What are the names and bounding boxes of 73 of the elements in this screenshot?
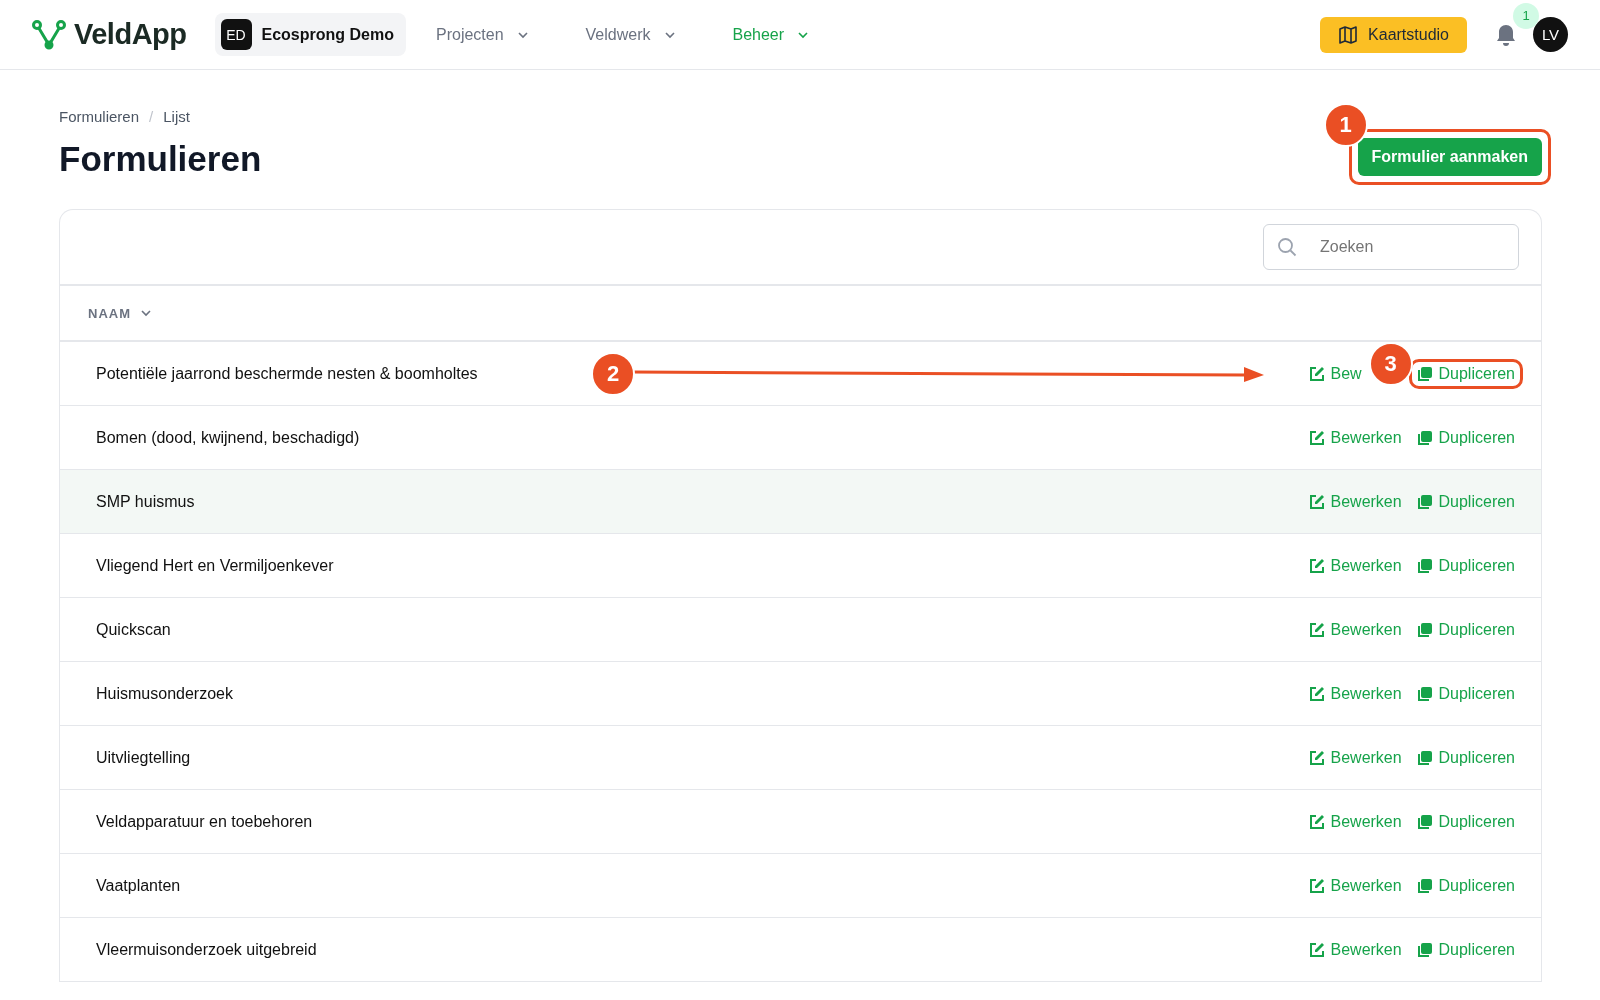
- step-marker: 2: [591, 352, 635, 396]
- form-name: Quickscan: [96, 620, 171, 639]
- edit-button[interactable]: Bewerken: [1304, 426, 1406, 449]
- brand-name: VeldApp: [74, 18, 187, 51]
- form-name: Potentiële jaarrond beschermde nesten & boomholtes: [96, 364, 478, 383]
- user-avatar[interactable]: LV: [1533, 17, 1568, 52]
- edit-icon: [1308, 877, 1325, 894]
- duplicate-button[interactable]: Dupliceren: [1412, 426, 1519, 449]
- edit-icon: [1308, 813, 1325, 830]
- form-name: Vleermuisonderzoek uitgebreid: [96, 940, 317, 959]
- duplicate-button[interactable]: Dupliceren: [1412, 938, 1519, 961]
- edit-button[interactable]: Bewerken: [1304, 618, 1406, 641]
- edit-icon: [1308, 365, 1325, 382]
- edit-button[interactable]: Bew: [1304, 362, 1366, 385]
- edit-button[interactable]: Bewerken: [1304, 490, 1406, 513]
- edit-button[interactable]: Bewerken: [1304, 554, 1406, 577]
- search-field[interactable]: Zoeken: [1263, 224, 1519, 270]
- copy-icon: [1416, 813, 1433, 830]
- copy-icon: [1416, 365, 1433, 382]
- copy-icon: [1416, 493, 1433, 510]
- edit-icon: [1308, 749, 1325, 766]
- edit-button[interactable]: Bewerken: [1304, 938, 1406, 961]
- logo-icon: [32, 19, 66, 50]
- form-name: Uitvliegtelling: [96, 748, 191, 767]
- map-icon: [1338, 24, 1359, 45]
- copy-icon: [1416, 429, 1433, 446]
- edit-icon: [1308, 557, 1325, 574]
- copy-icon: [1416, 941, 1433, 958]
- step-marker: 1: [1323, 103, 1368, 147]
- edit-button[interactable]: Bewerken: [1304, 746, 1406, 769]
- duplicate-button[interactable]: Dupliceren: [1412, 490, 1519, 513]
- edit-button[interactable]: Bewerken: [1304, 682, 1406, 705]
- copy-icon: [1416, 877, 1433, 894]
- breadcrumb-current: Lijst: [163, 108, 190, 125]
- copy-icon: [1416, 685, 1433, 702]
- duplicate-button[interactable]: Dupliceren: [1412, 362, 1519, 385]
- duplicate-button[interactable]: Dupliceren: [1412, 874, 1519, 897]
- duplicate-button[interactable]: Dupliceren: [1412, 618, 1519, 641]
- form-name: SMP huismus: [96, 492, 195, 511]
- form-name: Bomen (dood, kwijnend, beschadigd): [96, 428, 360, 447]
- duplicate-button[interactable]: Dupliceren: [1412, 810, 1519, 833]
- bell-icon[interactable]: [1495, 22, 1517, 47]
- name-column-header[interactable]: NAAM: [82, 304, 159, 322]
- form-name: Veldapparatuur en toebehoren: [96, 812, 313, 831]
- page-title: Formulieren: [59, 139, 262, 179]
- notification-count: 1: [1513, 2, 1539, 29]
- nav-menu[interactable]: Beheer: [716, 17, 827, 52]
- step-marker: 3: [1368, 341, 1413, 386]
- edit-icon: [1308, 685, 1325, 702]
- breadcrumb-separator: /: [149, 108, 154, 125]
- form-name: Vliegend Hert en Vermiljoenkever: [96, 556, 334, 575]
- duplicate-button[interactable]: Dupliceren: [1412, 554, 1519, 577]
- organization-switcher[interactable]: ED Ecosprong Demo: [214, 13, 406, 56]
- form-name: Huismusonderzoek: [96, 684, 233, 703]
- edit-icon: [1308, 429, 1325, 446]
- edit-icon: [1308, 941, 1325, 958]
- duplicate-button[interactable]: Dupliceren: [1412, 682, 1519, 705]
- duplicate-button[interactable]: Dupliceren: [1412, 746, 1519, 769]
- edit-button[interactable]: Bewerken: [1304, 874, 1406, 897]
- edit-button[interactable]: Bewerken: [1304, 810, 1406, 833]
- breadcrumb-link[interactable]: Formulieren: [59, 108, 140, 125]
- edit-icon: [1308, 493, 1325, 510]
- organization-avatar: ED: [220, 19, 252, 50]
- nav-menu[interactable]: Projecten: [420, 17, 546, 52]
- form-name: Vaatplanten: [96, 876, 181, 895]
- copy-icon: [1416, 557, 1433, 574]
- copy-icon: [1416, 621, 1433, 638]
- copy-icon: [1416, 749, 1433, 766]
- nav-menu[interactable]: Veldwerk: [569, 17, 693, 52]
- kaartstudio-button[interactable]: Kaartstudio: [1320, 16, 1467, 53]
- edit-icon: [1308, 621, 1325, 638]
- organization-name: Ecosprong Demo: [261, 25, 394, 44]
- create-form-button[interactable]: Formulier aanmaken: [1357, 138, 1542, 176]
